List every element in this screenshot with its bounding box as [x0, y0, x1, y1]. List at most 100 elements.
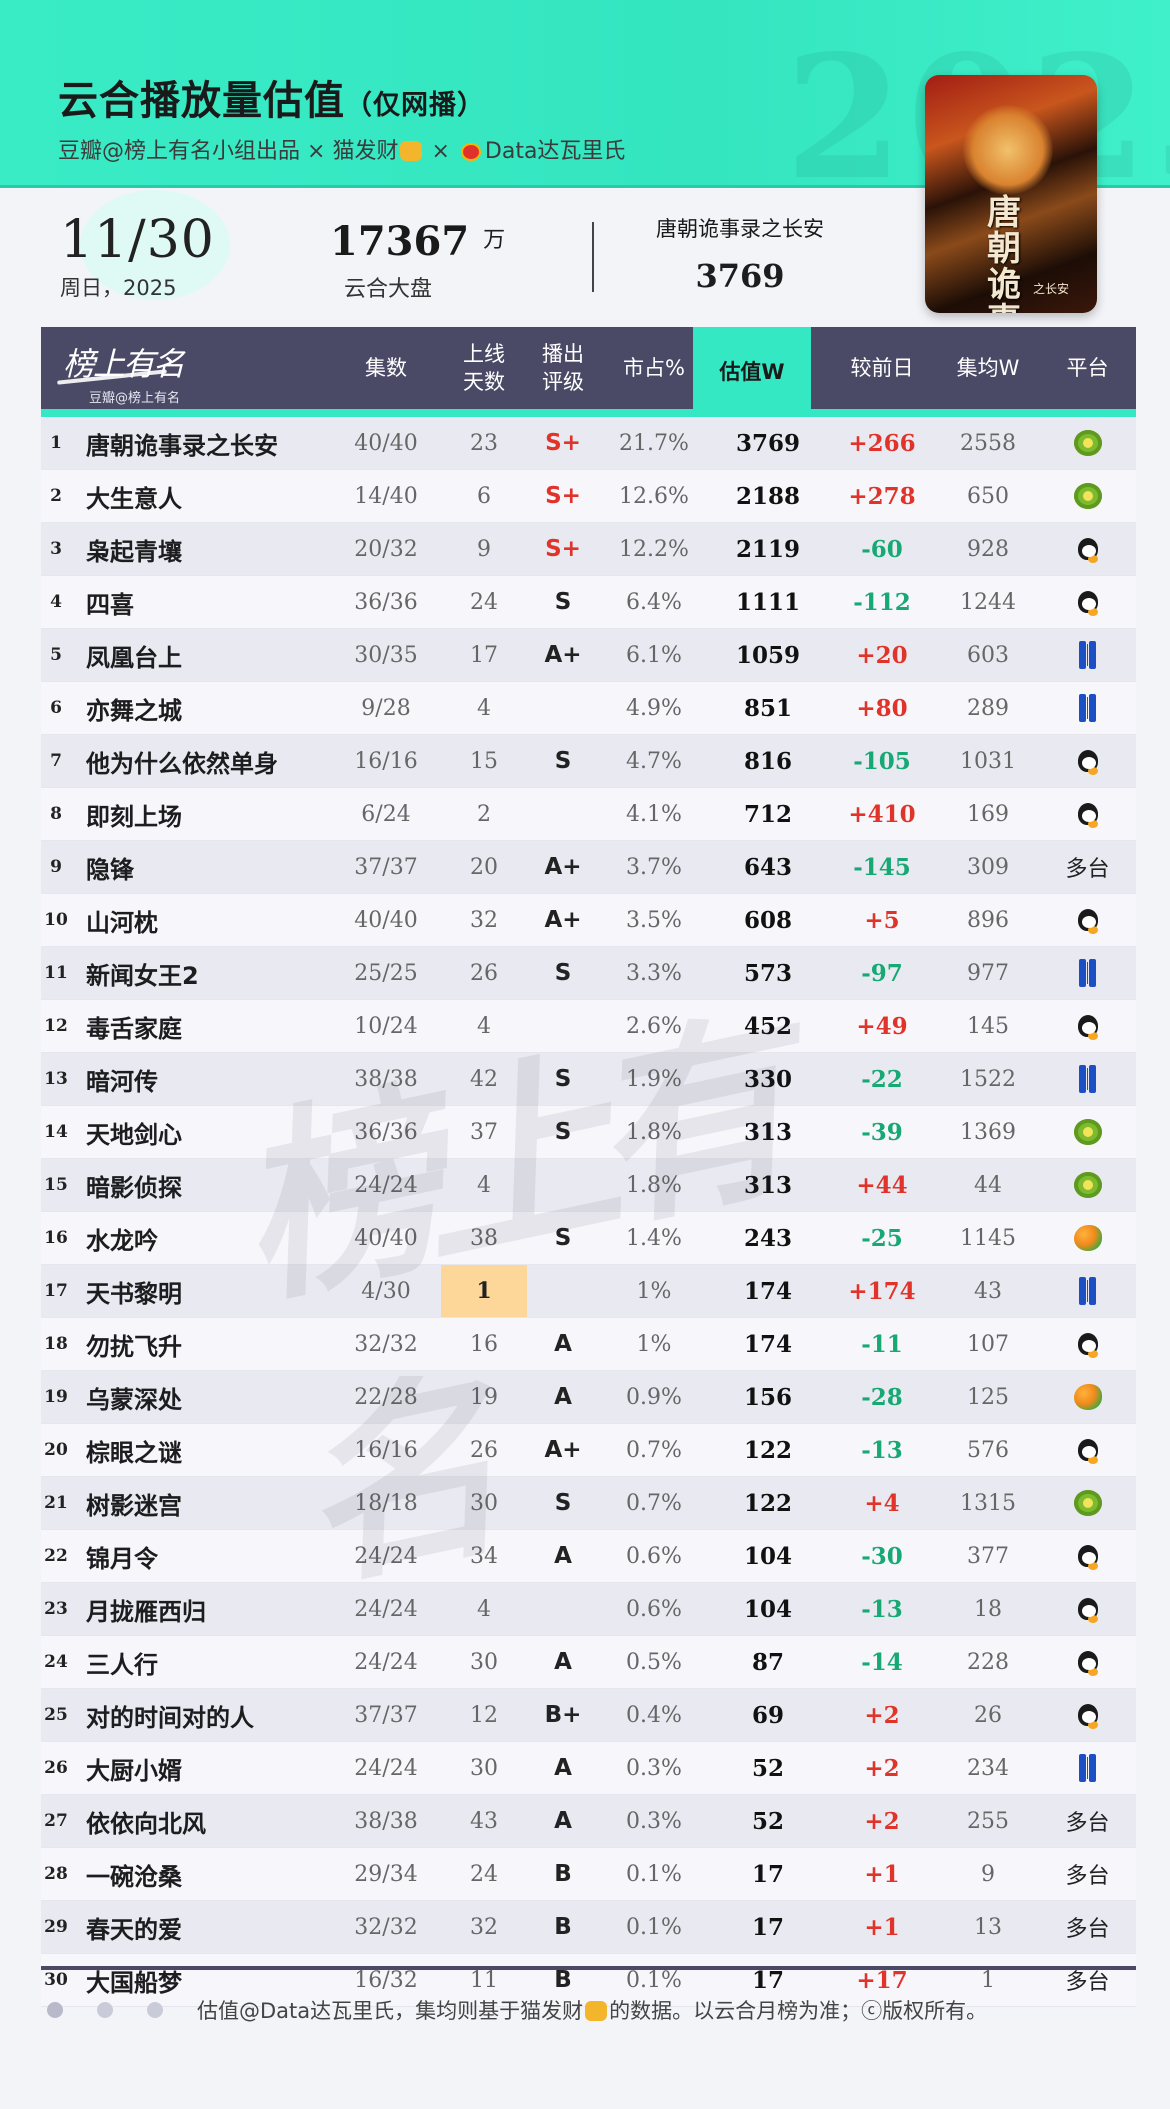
episode-average: 1522: [960, 1066, 1016, 1092]
tencent-icon: [1074, 1649, 1102, 1675]
episode-average: 18: [974, 1596, 1002, 1622]
market-share: 4.9%: [626, 695, 682, 721]
weibo-icon: [460, 143, 481, 161]
episode-average: 896: [967, 907, 1009, 933]
episode-average: 107: [967, 1331, 1009, 1357]
estimate: 712: [743, 800, 792, 828]
platform: [1039, 470, 1136, 522]
rank: 27: [44, 1811, 68, 1831]
rank: 13: [44, 1069, 68, 1089]
days-online: 32: [470, 1914, 498, 1940]
estimate: 330: [743, 1065, 792, 1093]
platform: [1039, 1742, 1136, 1794]
daily-change: -145: [853, 853, 911, 881]
rating: S: [554, 1490, 572, 1516]
daily-change: +44: [856, 1171, 908, 1199]
table-row: 21 树影迷宫 18/18 30 S 0.7% 122 +4 1315: [41, 1477, 1136, 1530]
episode-average: 377: [967, 1543, 1009, 1569]
episode-average: 125: [967, 1384, 1009, 1410]
tencent-icon: [1074, 1596, 1102, 1622]
rating: S: [554, 748, 572, 774]
tencent-icon: [1074, 589, 1102, 615]
estimate: 156: [743, 1383, 792, 1411]
platform: 多台: [1065, 1811, 1110, 1836]
iqiyi-icon: [1073, 483, 1102, 509]
mango-icon: [1073, 1225, 1102, 1251]
daily-change: +49: [856, 1012, 908, 1040]
rank: 22: [44, 1546, 68, 1566]
youku-icon: [1078, 959, 1098, 987]
top-show-name: 唐朝诡事录之长安: [656, 217, 824, 241]
episodes: 29/34: [354, 1861, 418, 1887]
episode-average: 1369: [960, 1119, 1016, 1145]
days-online: 42: [470, 1066, 498, 1092]
show-name: 大生意人: [86, 484, 182, 513]
show-name: 新闻女王2: [86, 961, 199, 990]
show-name: 天地剑心: [86, 1120, 182, 1149]
daily-change: +1: [864, 1913, 900, 1941]
episodes: 37/37: [354, 854, 418, 880]
estimate: 52: [751, 1807, 784, 1835]
table-row: 23 月拢雁西归 24/24 4 0.6% 104 -13 18: [41, 1583, 1136, 1636]
daily-change: -97: [861, 959, 903, 987]
table-row: 22 锦月令 24/24 34 A 0.6% 104 -30 377: [41, 1530, 1136, 1583]
days-online: 26: [470, 960, 498, 986]
platform: [1039, 735, 1136, 787]
rank: 20: [44, 1440, 68, 1460]
estimate: 313: [743, 1118, 792, 1146]
episode-average: 289: [967, 695, 1009, 721]
show-name: 四喜: [86, 590, 134, 619]
table-row: 20 棕眼之谜 16/16 26 A+ 0.7% 122 -13 576: [41, 1424, 1136, 1477]
market-share: 1.4%: [626, 1225, 682, 1251]
daily-change: +278: [848, 482, 916, 510]
episode-average: 44: [974, 1172, 1002, 1198]
table-row: 5 凤凰台上 30/35 17 A+ 6.1% 1059 +20 603: [41, 629, 1136, 682]
daily-change: +174: [848, 1277, 916, 1305]
market-share: 0.5%: [626, 1649, 682, 1675]
rank: 7: [50, 751, 62, 771]
table-body: 1 唐朝诡事录之长安 40/40 23 S+ 21.7% 3769 +266 2558 2 大生意人…: [41, 417, 1136, 2007]
platform: [1039, 788, 1136, 840]
market-share: 1%: [636, 1278, 672, 1304]
rating: S+: [545, 430, 581, 456]
platform: [1039, 1424, 1136, 1476]
market-share: 0.9%: [626, 1384, 682, 1410]
rating: A+: [544, 854, 582, 880]
estimate: 816: [743, 747, 792, 775]
market-share: 0.6%: [626, 1596, 682, 1622]
footer-dot: [147, 2002, 163, 2018]
youku-icon: [1078, 1065, 1098, 1093]
episodes: 40/40: [354, 907, 418, 933]
rating: S: [554, 589, 572, 615]
rating: [527, 682, 599, 734]
daily-change: -60: [861, 535, 903, 563]
show-name: 大厨小婿: [86, 1756, 182, 1785]
rank: 12: [44, 1016, 68, 1036]
show-name: 他为什么依然单身: [86, 749, 278, 778]
table-row: 19 乌蒙深处 22/28 19 A 0.9% 156 -28 125: [41, 1371, 1136, 1424]
show-name: 隐锋: [86, 855, 134, 884]
episodes: 36/36: [354, 1119, 418, 1145]
table-row: 25 对的时间对的人 37/37 12 B+ 0.4% 69 +2 26: [41, 1689, 1136, 1742]
episode-average: 43: [974, 1278, 1002, 1304]
days-online: 9: [477, 536, 491, 562]
show-name: 暗河传: [86, 1067, 158, 1096]
rating: B: [554, 1914, 572, 1940]
table-row: 3 枭起青壤 20/32 9 S+ 12.2% 2119 -60 928: [41, 523, 1136, 576]
daily-change: -11: [861, 1330, 903, 1358]
table-row: 17 天书黎明 4/30 1 1% 174 +174 43: [41, 1265, 1136, 1318]
episode-average: 576: [967, 1437, 1009, 1463]
header-estimate: 估值W: [693, 327, 811, 417]
daily-change: -30: [861, 1542, 903, 1570]
rating: S: [554, 1225, 572, 1251]
brand-logo: 榜上有名 豆瓣@榜上有名: [57, 339, 213, 406]
rank: 11: [44, 963, 68, 983]
episodes: 36/36: [354, 589, 418, 615]
estimate: 104: [743, 1542, 792, 1570]
table-row: 12 毒舌家庭 10/24 4 2.6% 452 +49 145: [41, 1000, 1136, 1053]
rating: S: [554, 1119, 572, 1145]
episodes: 16/16: [354, 1437, 418, 1463]
table-row: 4 四喜 36/36 24 S 6.4% 1111 -112 1244: [41, 576, 1136, 629]
show-name: 即刻上场: [86, 802, 182, 831]
title-suffix: （仅网播）: [345, 90, 485, 121]
